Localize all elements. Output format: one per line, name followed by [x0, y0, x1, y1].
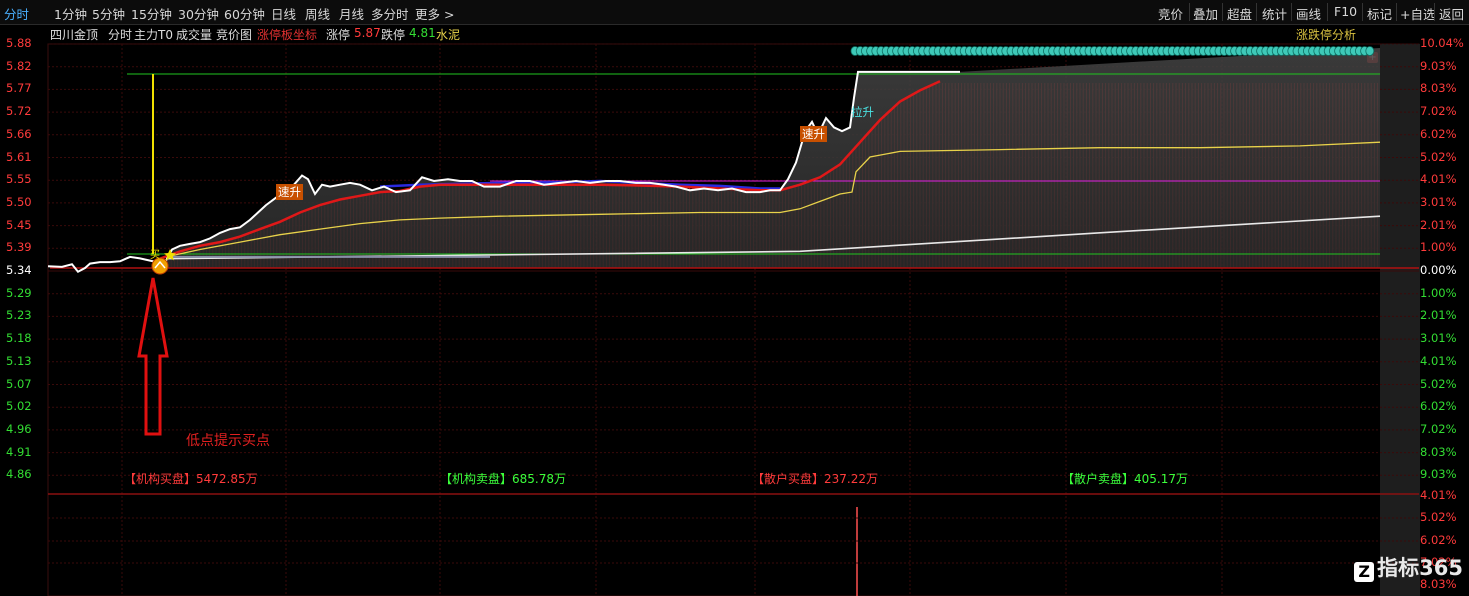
- watermark-logo: Z 指标365: [1354, 552, 1463, 582]
- percent-tick-label: 5.02%: [1420, 149, 1457, 164]
- percent-tick-label: 5.02%: [1420, 376, 1457, 391]
- percent-tick-label: 8.03%: [1420, 444, 1457, 459]
- percent-tick-label: 3.01%: [1420, 194, 1457, 209]
- price-tick-label: 5.39: [6, 240, 32, 255]
- percent-tick-label: 4.01%: [1420, 353, 1457, 368]
- price-tick-label: 5.23: [6, 308, 32, 323]
- price-tick-label: 5.88: [6, 36, 32, 50]
- percent-tick-label: 6.02%: [1420, 533, 1457, 547]
- fast-rise-tag-2: 速升: [800, 126, 827, 142]
- percent-tick-label: 1.00%: [1420, 240, 1457, 255]
- price-tick-label: 5.55: [6, 172, 32, 187]
- institution-buy-label: 【机构买盘】5472.85万: [124, 472, 258, 486]
- limit-up-marker: [1365, 46, 1375, 56]
- percent-tick-label: 5.02%: [1420, 510, 1457, 524]
- percent-tick-label: 6.02%: [1420, 126, 1457, 141]
- lower-panel-grid: [48, 493, 1419, 564]
- price-tick-label: 5.13: [6, 353, 32, 368]
- percent-tick-label: 0.00%: [1420, 263, 1457, 277]
- percent-tick-label: 4.01%: [1420, 172, 1457, 187]
- percent-tick-label: 8.03%: [1420, 81, 1457, 96]
- price-tick-label: 4.96: [6, 421, 32, 436]
- retail-sell-label: 【散户卖盘】405.17万: [1062, 472, 1189, 486]
- buy-tag: 买: [150, 250, 160, 261]
- limit-up-markers: [850, 46, 1375, 56]
- price-tick-label: 5.82: [6, 58, 32, 73]
- price-tick-label: 5.66: [6, 126, 32, 141]
- price-tick-label: 5.77: [6, 81, 32, 96]
- percent-tick-label: 4.01%: [1420, 488, 1457, 502]
- institution-sell-label: 【机构卖盘】685.78万: [440, 472, 567, 486]
- price-tick-label: 5.61: [6, 149, 32, 164]
- up-arrow-icon: [137, 277, 169, 436]
- percent-tick-label: 7.02%: [1420, 421, 1457, 436]
- price-tick-label: 5.18: [6, 331, 32, 346]
- right-gutter: [1380, 44, 1420, 596]
- percent-tick-label: 3.01%: [1420, 331, 1457, 346]
- percent-tick-label: 10.04%: [1420, 36, 1464, 50]
- price-tick-label: 5.07: [6, 376, 32, 391]
- retail-buy-label: 【散户买盘】237.22万: [752, 472, 879, 486]
- intraday-chart[interactable]: [0, 0, 1469, 596]
- percent-tick-label: 9.03%: [1420, 467, 1457, 482]
- percent-tick-label: 2.01%: [1420, 308, 1457, 323]
- price-tick-label: 4.86: [6, 467, 32, 482]
- price-tick-label: 5.29: [6, 285, 32, 300]
- percent-tick-label: 2.01%: [1420, 217, 1457, 232]
- price-tick-label: 5.50: [6, 194, 32, 209]
- price-tick-label: 5.45: [6, 217, 32, 232]
- percent-tick-label: 9.03%: [1420, 58, 1457, 73]
- percent-tick-label: 6.02%: [1420, 399, 1457, 414]
- low-point-hint: 低点提示买点: [186, 433, 270, 449]
- fast-rise-tag-1: 速升: [276, 184, 303, 200]
- price-tick-label: 4.91: [6, 444, 32, 459]
- percent-tick-label: 7.02%: [1420, 104, 1457, 119]
- price-tick-label: 5.72: [6, 104, 32, 119]
- price-tick-label: 5.02: [6, 399, 32, 414]
- pull-up-tag: 拉升: [851, 105, 874, 119]
- percent-tick-label: 1.00%: [1420, 285, 1457, 300]
- price-tick-label: 5.34: [6, 263, 32, 277]
